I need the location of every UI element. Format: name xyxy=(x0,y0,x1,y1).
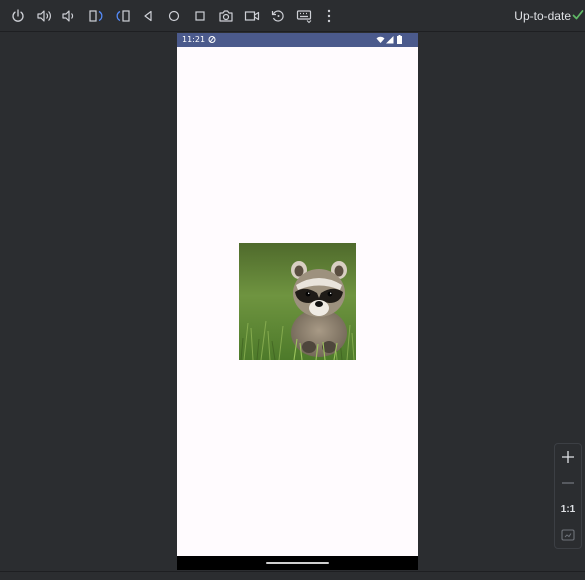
volume-up-icon xyxy=(37,10,51,22)
power-button[interactable] xyxy=(9,7,27,25)
rotate-left-icon xyxy=(89,10,103,22)
rotate-right-icon xyxy=(116,10,130,22)
sync-status-label: Up-to-date xyxy=(514,9,571,23)
cell-signal-icon xyxy=(386,36,394,44)
fit-screen-icon xyxy=(561,529,575,541)
bottom-divider xyxy=(0,571,585,572)
zoom-in-button[interactable] xyxy=(555,446,581,468)
volume-up-button[interactable] xyxy=(35,7,53,25)
volume-down-button[interactable] xyxy=(60,7,78,25)
volume-down-icon xyxy=(62,10,74,22)
gesture-handle[interactable] xyxy=(266,562,329,564)
actual-size-label: 1:1 xyxy=(560,503,576,515)
zoom-controls: 1:1 xyxy=(554,443,582,549)
plus-icon xyxy=(562,451,574,463)
minus-icon xyxy=(562,482,574,484)
data-saver-icon xyxy=(208,36,216,43)
screen-record-button[interactable] xyxy=(243,7,261,25)
home-button[interactable] xyxy=(165,7,183,25)
screenshot-button[interactable] xyxy=(217,7,235,25)
keyboard-icon xyxy=(296,10,312,24)
more-icon xyxy=(327,9,331,23)
android-nav-bar xyxy=(177,556,418,570)
back-icon xyxy=(144,10,152,22)
rotate-left-button[interactable] xyxy=(87,7,105,25)
power-icon xyxy=(12,9,24,22)
wifi-icon xyxy=(376,36,385,43)
camera-icon xyxy=(219,10,233,22)
back-button[interactable] xyxy=(139,7,157,25)
raccoon-photo xyxy=(239,243,356,360)
reset-icon xyxy=(271,10,284,22)
status-time: 11:21 xyxy=(182,35,206,44)
home-icon xyxy=(168,10,180,22)
actual-size-button[interactable]: 1:1 xyxy=(555,498,581,520)
more-button[interactable] xyxy=(320,7,338,25)
checkmark-icon xyxy=(572,10,584,20)
overview-icon xyxy=(195,11,205,21)
battery-icon xyxy=(397,35,402,44)
fit-screen-button[interactable] xyxy=(555,524,581,546)
android-status-bar: 11:21 xyxy=(177,33,418,47)
reset-button[interactable] xyxy=(269,7,287,25)
zoom-out-button[interactable] xyxy=(555,472,581,494)
overview-button[interactable] xyxy=(191,7,209,25)
keyboard-button[interactable] xyxy=(295,7,313,25)
emulator-toolbar: Up-to-date xyxy=(0,0,585,32)
rotate-right-button[interactable] xyxy=(114,7,132,25)
screen-record-icon xyxy=(244,11,260,21)
device-screen[interactable]: 11:21 xyxy=(177,33,418,570)
